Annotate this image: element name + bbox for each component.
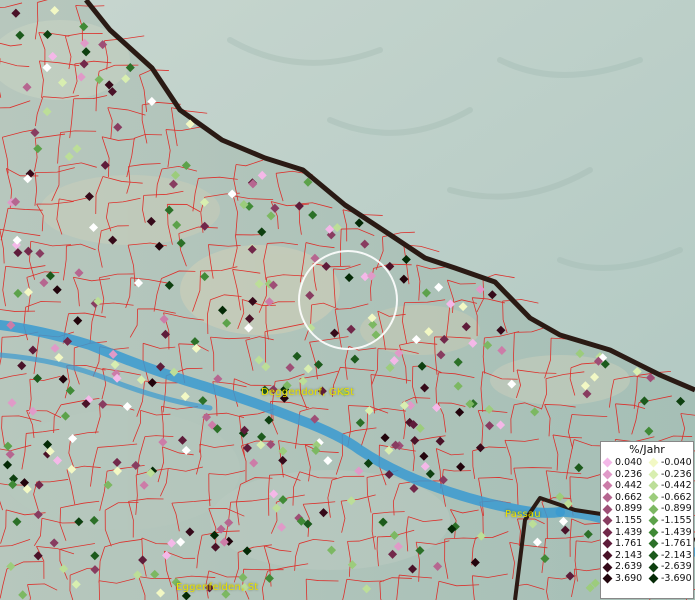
legend-value: -0.662 bbox=[661, 491, 692, 503]
legend-swatch bbox=[602, 469, 613, 480]
legend-swatch bbox=[602, 457, 613, 468]
legend-entry: -1.439 bbox=[647, 527, 693, 539]
legend-swatch bbox=[602, 550, 613, 561]
legend-swatch bbox=[648, 504, 659, 515]
legend-swatch bbox=[602, 515, 613, 526]
legend-entry: 2.143 bbox=[601, 550, 647, 562]
legend-value: -2.639 bbox=[661, 561, 692, 573]
legend-entry: 1.761 bbox=[601, 538, 647, 550]
legend-entry: 0.236 bbox=[601, 469, 647, 481]
legend-value: -0.040 bbox=[661, 457, 692, 468]
legend-swatch bbox=[602, 481, 613, 491]
legend-entry: -2.639 bbox=[647, 561, 693, 573]
legend-entry: -3.690 bbox=[647, 573, 693, 585]
legend-swatch bbox=[602, 573, 613, 584]
legend-value: 1.155 bbox=[615, 514, 643, 526]
legend-swatch bbox=[648, 469, 659, 480]
legend-entry: 1.155 bbox=[601, 515, 647, 527]
legend-entry: -0.040 bbox=[647, 457, 693, 469]
legend-positive-column: 0.040 0.236 0.442 0.662 0.899 1.155 1.43… bbox=[601, 457, 647, 585]
place-label-deggendorf: Deggendorf, GKSt bbox=[261, 387, 355, 398]
legend-swatch bbox=[648, 492, 659, 503]
legend-value: -1.155 bbox=[661, 514, 692, 526]
legend-swatch bbox=[648, 481, 659, 491]
legend-entry: 0.662 bbox=[601, 492, 647, 504]
legend-entry: 0.899 bbox=[601, 503, 647, 515]
legend-swatch bbox=[648, 527, 659, 538]
legend-value: -0.236 bbox=[661, 468, 692, 480]
legend-value: 0.040 bbox=[615, 457, 643, 468]
legend-entry: 2.639 bbox=[601, 561, 647, 573]
legend-value: 0.442 bbox=[615, 480, 643, 492]
legend-value: 0.236 bbox=[615, 468, 643, 480]
legend-swatch bbox=[602, 527, 613, 538]
legend-entry: -1.761 bbox=[647, 538, 693, 550]
legend-swatch bbox=[648, 573, 659, 584]
legend-value: -2.143 bbox=[661, 549, 692, 561]
legend-value: 0.899 bbox=[615, 503, 643, 515]
legend-value: 1.439 bbox=[615, 526, 643, 538]
legend-swatch bbox=[602, 562, 613, 573]
legend-entry: 0.040 bbox=[601, 457, 647, 469]
legend-swatch bbox=[602, 492, 613, 503]
legend-entry: -1.155 bbox=[647, 515, 693, 527]
legend-value: -1.439 bbox=[661, 526, 692, 538]
legend-entry: 3.690 bbox=[601, 573, 647, 585]
legend-swatch bbox=[648, 562, 659, 573]
legend-swatch bbox=[648, 550, 659, 561]
legend-entry: -0.236 bbox=[647, 469, 693, 481]
legend-value: 2.639 bbox=[615, 561, 643, 573]
legend-title: %/Jahr bbox=[629, 443, 665, 456]
legend-swatch bbox=[648, 515, 659, 526]
legend-value: 2.143 bbox=[615, 549, 643, 561]
legend-swatch bbox=[602, 539, 613, 549]
legend: %/Jahr 0.040 0.236 0.442 0.662 0.899 1.1… bbox=[600, 441, 694, 599]
legend-value: 1.761 bbox=[615, 538, 643, 550]
place-label-passau: Passau bbox=[505, 509, 541, 520]
legend-value: 0.662 bbox=[615, 491, 643, 503]
legend-swatch bbox=[648, 457, 659, 468]
legend-value: -0.899 bbox=[661, 503, 692, 515]
legend-value: -1.761 bbox=[661, 538, 692, 550]
place-label-eggenfelden: Eggenfelden, St bbox=[176, 582, 259, 593]
legend-negative-column: -0.040 -0.236 -0.442 -0.662 -0.899 -1.15… bbox=[647, 457, 693, 585]
legend-entry: -2.143 bbox=[647, 550, 693, 562]
legend-swatch bbox=[602, 504, 613, 515]
legend-entry: -0.899 bbox=[647, 503, 693, 515]
legend-value: -3.690 bbox=[661, 572, 692, 584]
legend-entry: 0.442 bbox=[601, 480, 647, 492]
legend-swatch bbox=[648, 539, 659, 549]
legend-value: -0.442 bbox=[661, 480, 692, 492]
legend-entry: 1.439 bbox=[601, 527, 647, 539]
legend-value: 3.690 bbox=[615, 572, 643, 584]
legend-entry: -0.662 bbox=[647, 492, 693, 504]
legend-entry: -0.442 bbox=[647, 480, 693, 492]
map-canvas[interactable] bbox=[0, 0, 695, 600]
